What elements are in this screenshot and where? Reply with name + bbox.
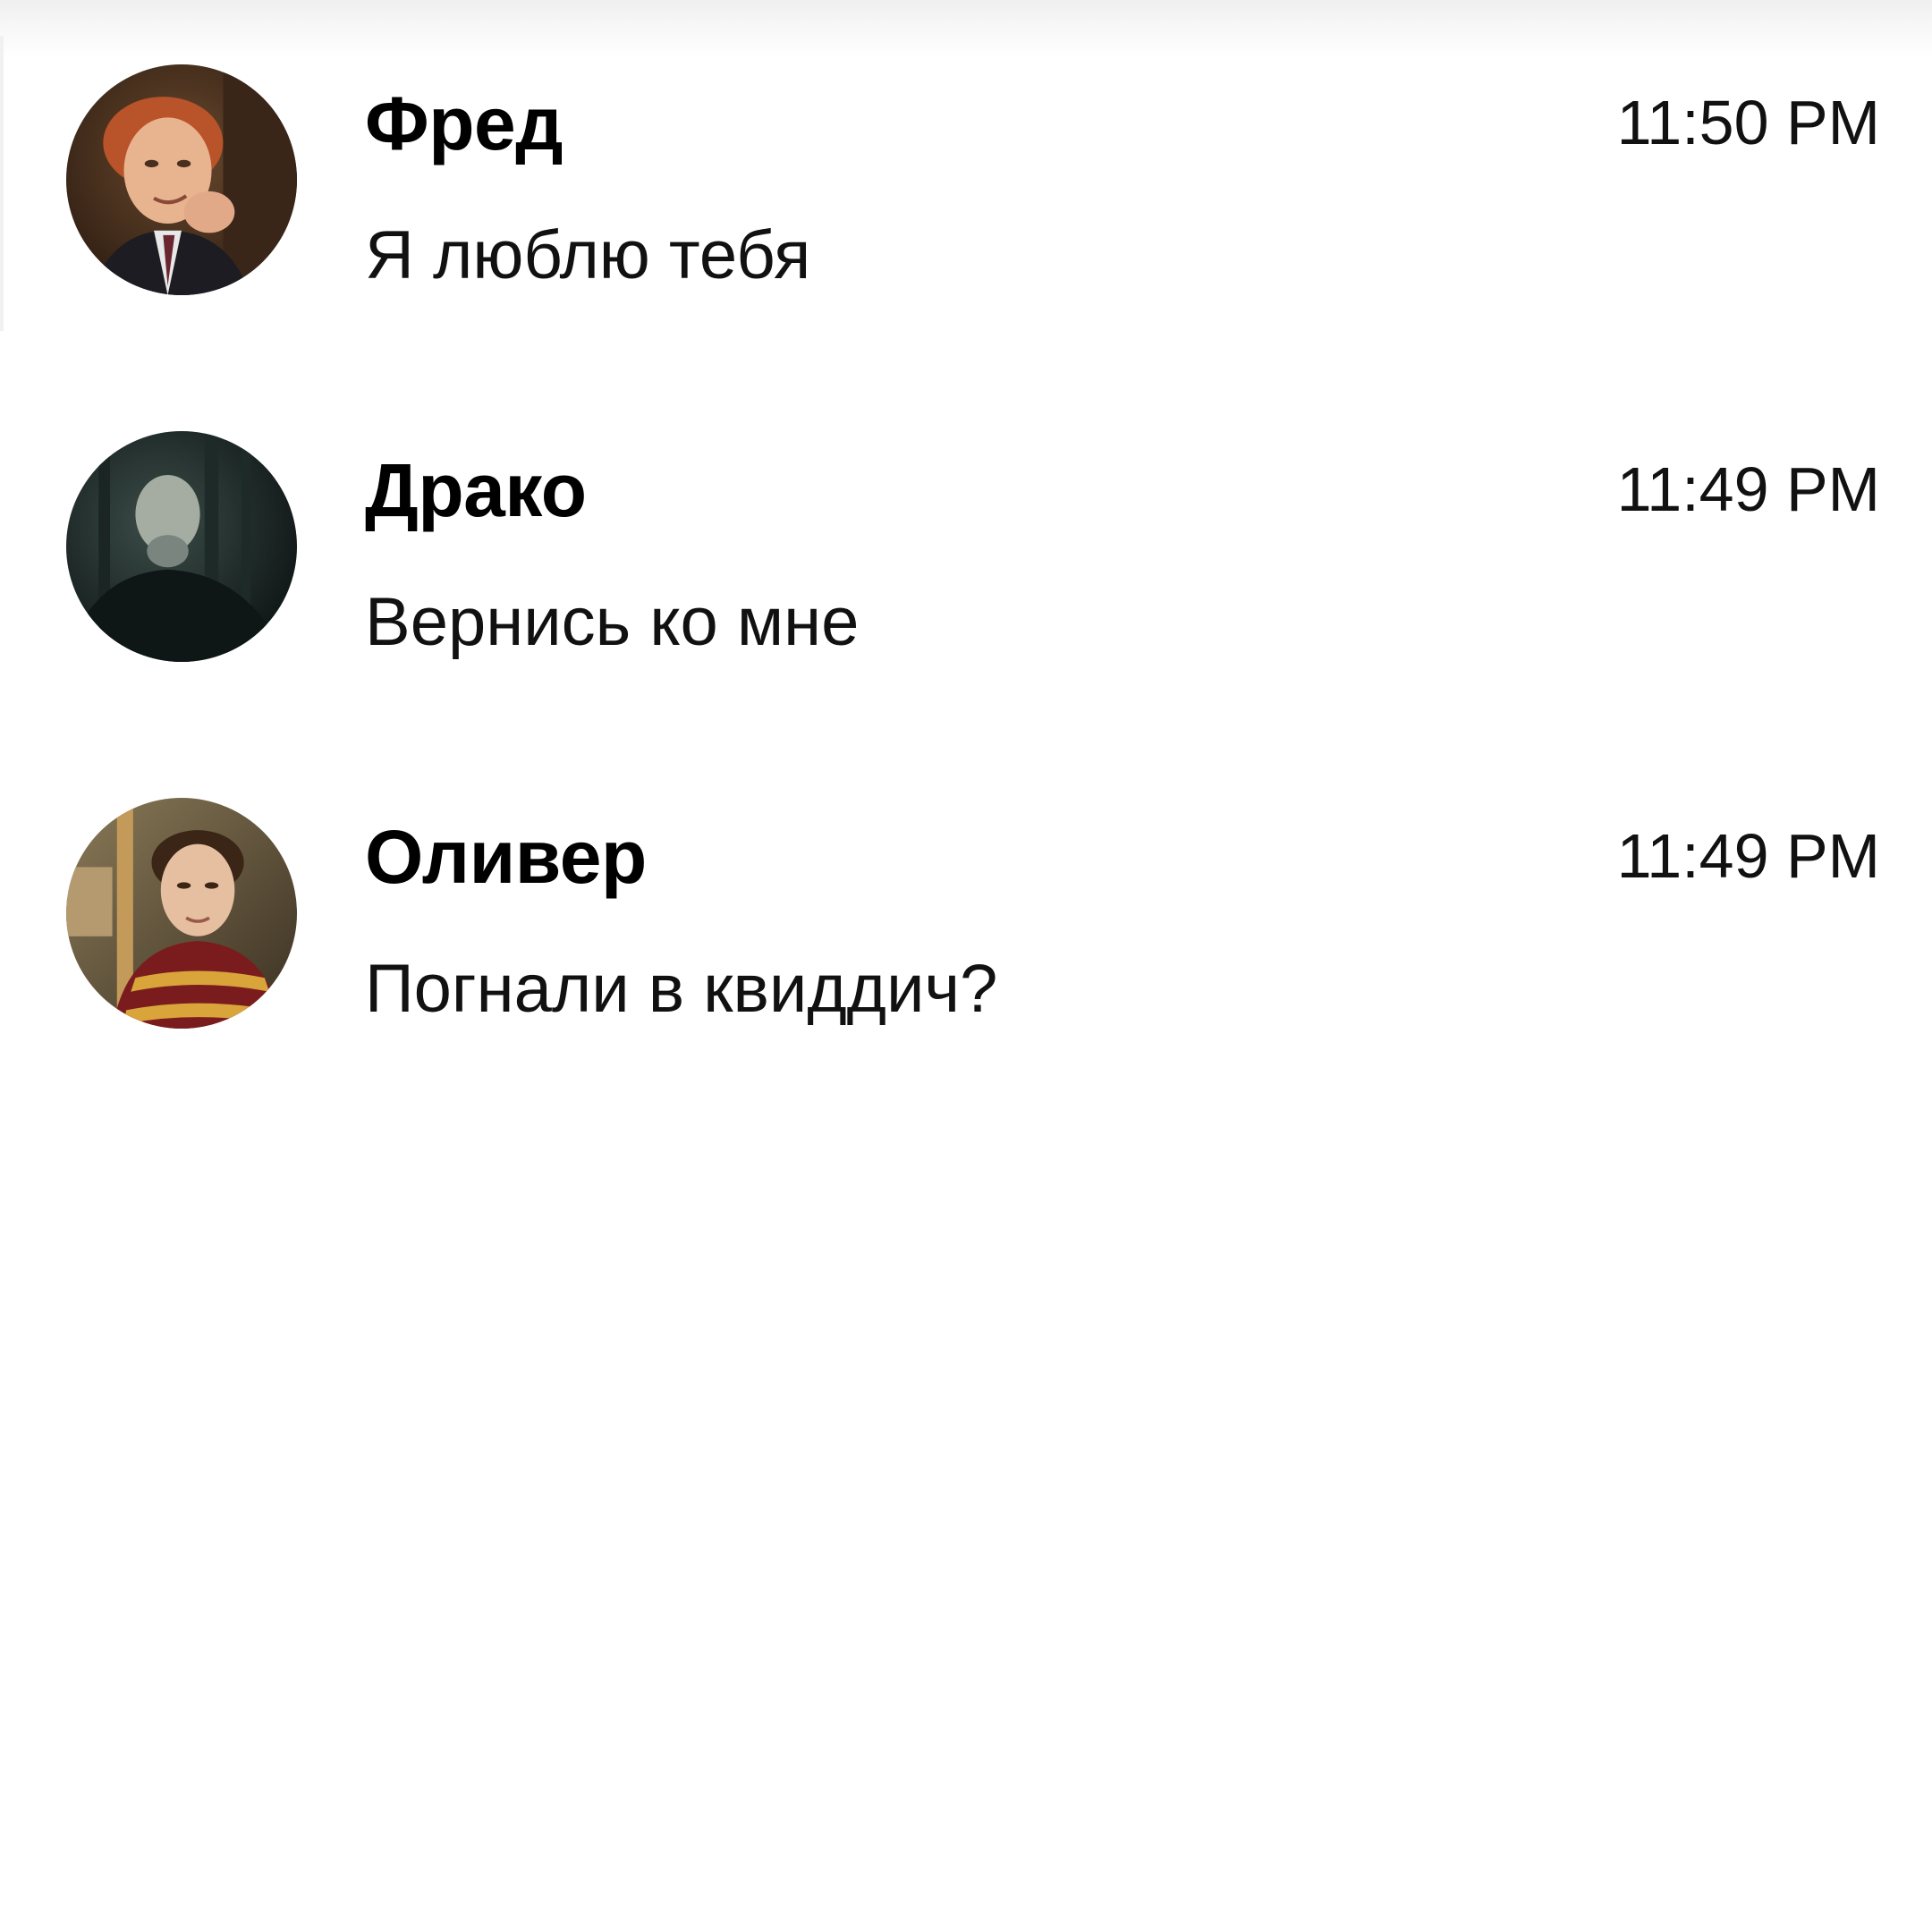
chat-item-draco[interactable]: Драко Вернись ко мне 11:49 PM <box>0 367 1932 733</box>
chat-list: Фред Я люблю тебя 11:50 PM Драко Вернись… <box>0 0 1932 1932</box>
avatar-photo-icon <box>66 431 297 662</box>
chat-item-oliver[interactable]: Оливер Погнали в квиддич? 11:49 PM <box>0 733 1932 1100</box>
chat-item-fred[interactable]: Фред Я люблю тебя 11:50 PM <box>0 0 1932 367</box>
avatar[interactable] <box>66 798 297 1029</box>
message-time: 11:50 PM <box>1616 88 1880 157</box>
contact-name: Драко <box>365 448 587 532</box>
last-message: Я люблю тебя <box>365 217 811 293</box>
avatar-photo-icon <box>66 798 297 1029</box>
contact-name: Оливер <box>365 815 647 899</box>
last-message: Вернись ко мне <box>365 584 860 660</box>
message-time: 11:49 PM <box>1616 454 1880 524</box>
message-time: 11:49 PM <box>1616 821 1880 891</box>
avatar[interactable] <box>66 431 297 662</box>
avatar-photo-icon <box>66 64 297 295</box>
avatar[interactable] <box>66 64 297 295</box>
contact-name: Фред <box>365 81 564 165</box>
last-message: Погнали в квиддич? <box>365 951 998 1027</box>
